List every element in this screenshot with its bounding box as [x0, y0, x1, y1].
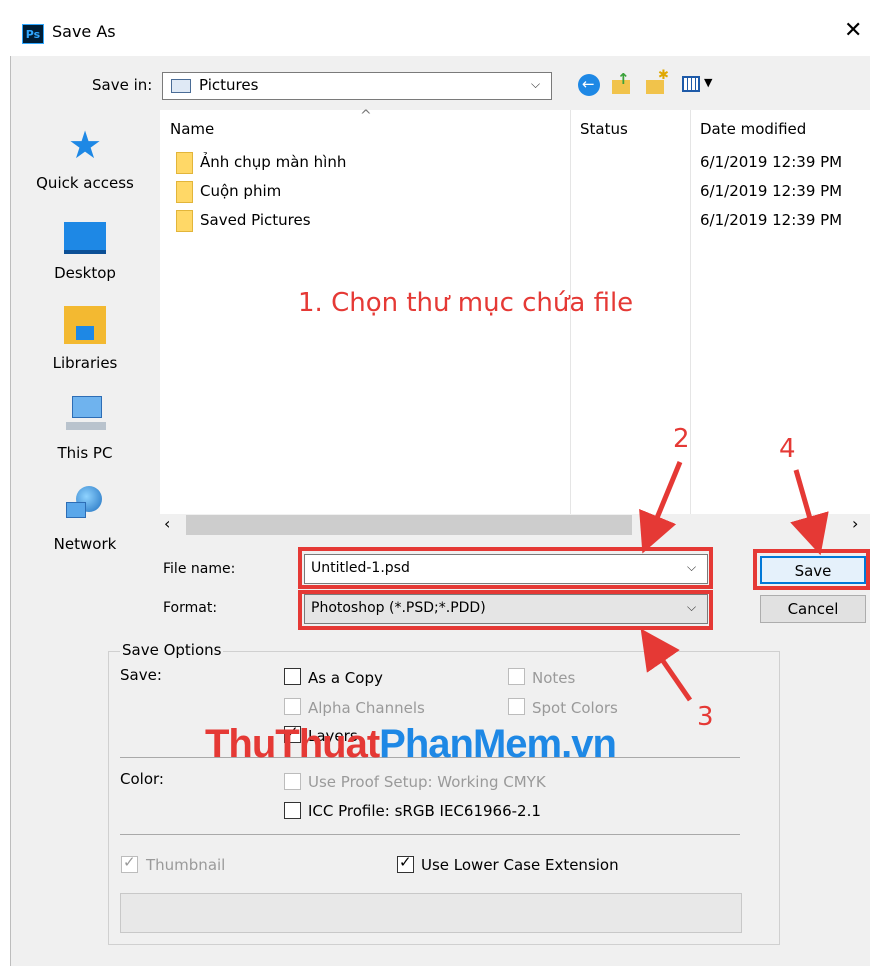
arrow-step3	[640, 628, 693, 702]
screenshot-stage: Ps Save As ✕ Save in: Pictures ⌵ ← ↑ ✱ ▼…	[0, 0, 870, 966]
arrow-step2	[639, 461, 683, 554]
annotation-arrows	[639, 461, 829, 702]
arrow-step4	[790, 469, 829, 556]
